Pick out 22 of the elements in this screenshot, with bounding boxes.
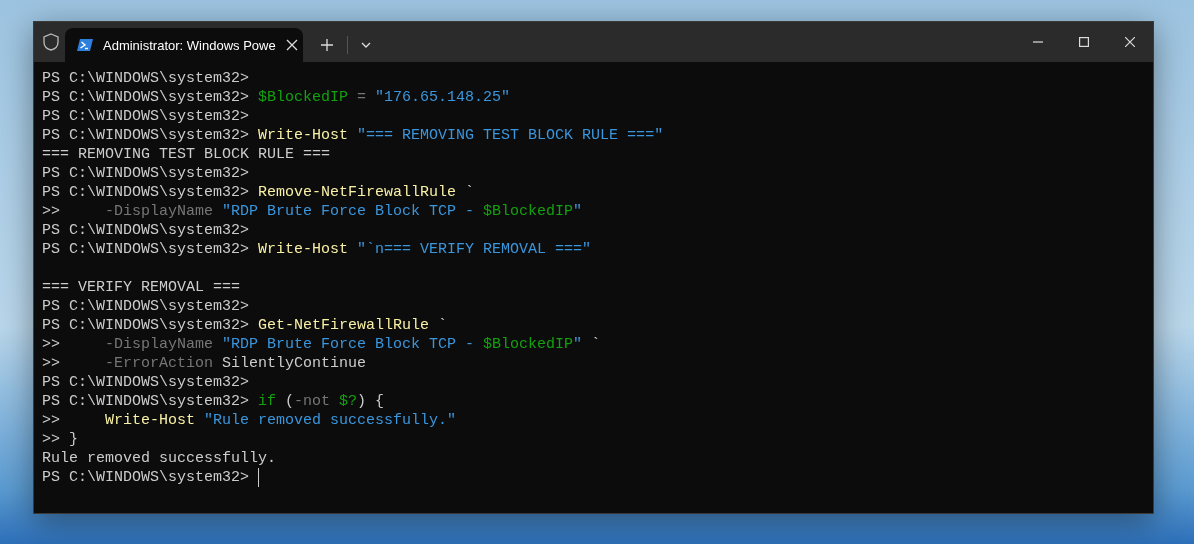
terminal-line: PS C:\WINDOWS\system32>: [42, 373, 250, 392]
terminal-line: === REMOVING TEST BLOCK RULE ===: [42, 145, 331, 164]
terminal-line: >> }: [42, 430, 78, 449]
terminal-line: Rule removed successfully.: [42, 449, 277, 468]
terminal-line: >> Write-Host "Rule removed successfully.": [42, 411, 457, 430]
terminal-line: PS C:\WINDOWS\system32>: [42, 107, 250, 126]
terminal-line: === VERIFY REMOVAL ===: [42, 278, 241, 297]
terminal-line: PS C:\WINDOWS\system32>: [42, 221, 250, 240]
terminal-line: >> -ErrorAction SilentlyContinue: [42, 354, 367, 373]
terminal-line: >> -DisplayName "RDP Brute Force Block TCP - $BlockedIP": [42, 202, 583, 221]
terminal-line: PS C:\WINDOWS\system32>: [42, 164, 250, 183]
terminal-line: PS C:\WINDOWS\system32> Remove-NetFirewallRule `: [42, 183, 475, 202]
terminal-line: PS C:\WINDOWS\system32> if (-not $?) {: [42, 392, 385, 411]
terminal-line: PS C:\WINDOWS\system32> Write-Host "=== REMOVING TEST BLOCK RULE ===": [42, 126, 664, 145]
terminal-line: PS C:\WINDOWS\system32>: [42, 297, 250, 316]
terminal-line: PS C:\WINDOWS\system32> Write-Host "`n=== VERIFY REMOVAL ===": [42, 240, 592, 259]
terminal-line: PS C:\WINDOWS\system32> $BlockedIP = "176.65.148.25": [42, 88, 511, 107]
terminal-line: PS C:\WINDOWS\system32> Get-NetFirewallRule `: [42, 316, 448, 335]
terminal-line: PS C:\WINDOWS\system32>: [42, 69, 250, 88]
terminal-tab[interactable]: Administrator: Windows Powe: [65, 28, 303, 62]
terminal-line: >> -DisplayName "RDP Brute Force Block TCP - $BlockedIP" `: [42, 335, 601, 354]
terminal-line: PS C:\WINDOWS\system32>: [42, 468, 251, 487]
